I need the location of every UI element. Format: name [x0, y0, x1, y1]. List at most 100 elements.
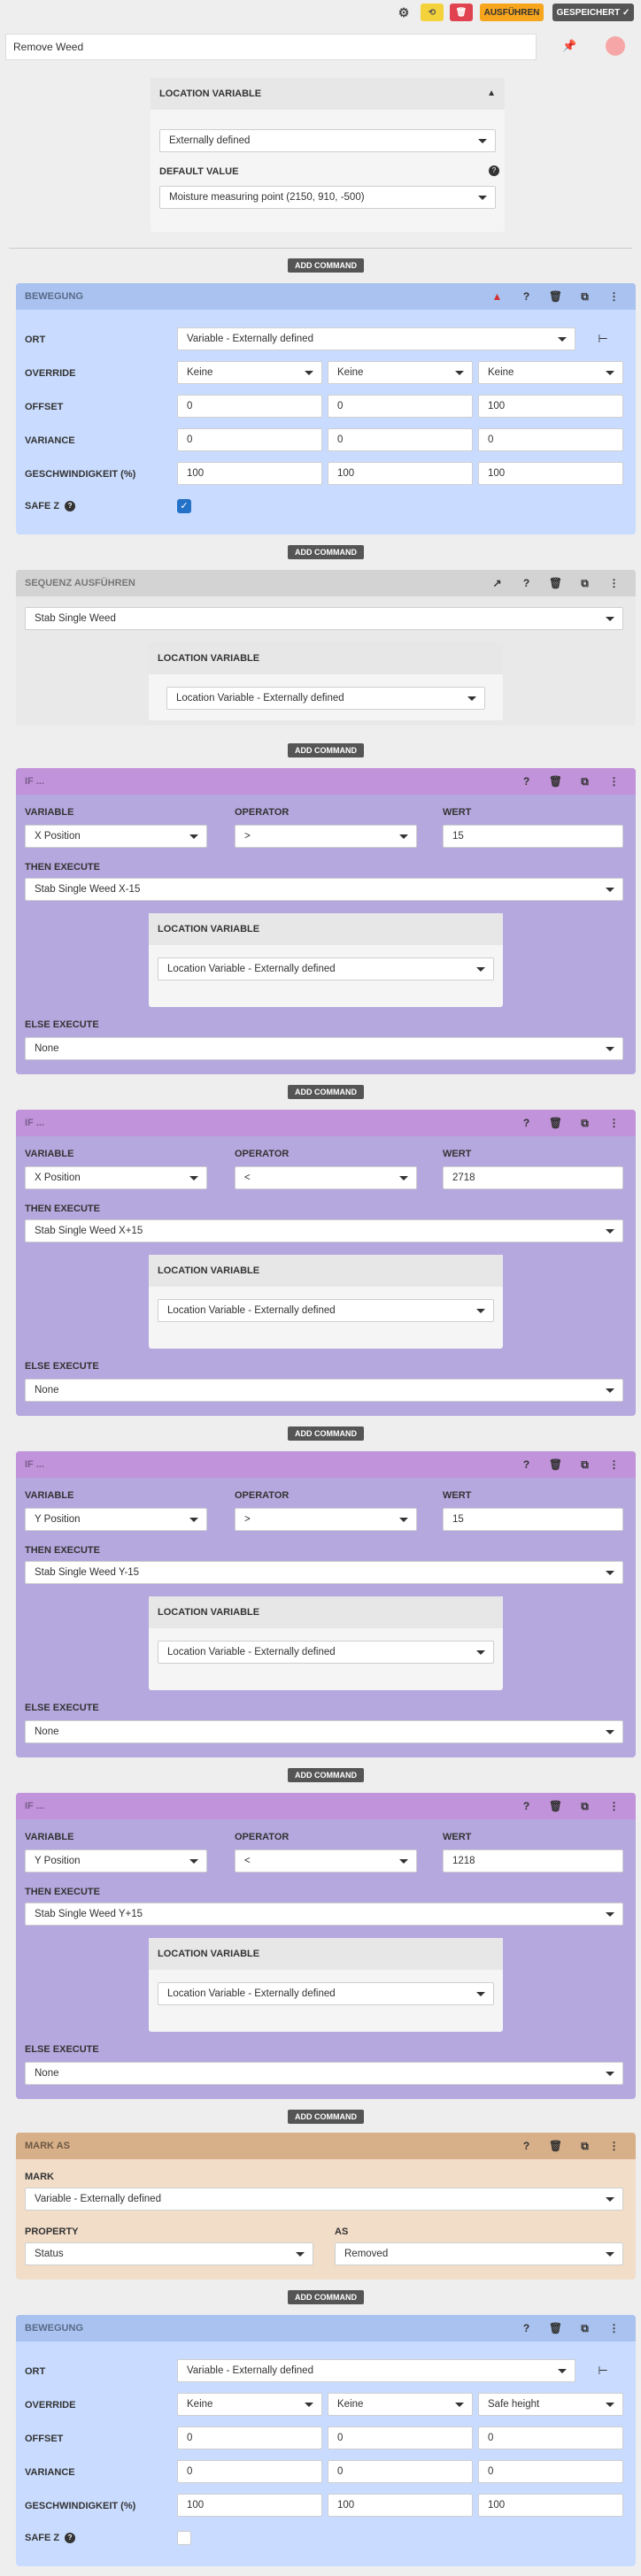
home-icon[interactable]: ⊢	[590, 2359, 616, 2382]
as-select[interactable]: Removed	[335, 2242, 623, 2265]
more-icon[interactable]: ⋮	[599, 1793, 629, 1819]
else-execute-select[interactable]: None	[25, 1379, 623, 1402]
help-icon[interactable]: ?	[512, 2315, 541, 2341]
add-command-button[interactable]: ADD COMMAND	[288, 258, 364, 273]
variable-select[interactable]: X Position	[25, 825, 207, 848]
location-variable-select[interactable]: Location Variable - Externally defined	[158, 1641, 494, 1664]
trash-icon[interactable]: 🗑	[541, 1451, 570, 1478]
duplicate-icon[interactable]: ⧉	[570, 1451, 599, 1478]
offset-y-input[interactable]: 0	[328, 395, 473, 418]
offset-x-input[interactable]: 0	[177, 2426, 322, 2449]
location-variable-select[interactable]: Location Variable - Externally defined	[158, 1299, 494, 1322]
speed-x-input[interactable]: 100	[177, 2494, 322, 2517]
value-input[interactable]: 15	[443, 825, 623, 848]
location-variable-select[interactable]: Location Variable - Externally defined	[158, 1982, 494, 2005]
duplicate-icon[interactable]: ⧉	[570, 768, 599, 795]
add-command-button[interactable]: ADD COMMAND	[288, 1085, 364, 1099]
else-execute-select[interactable]: None	[25, 1037, 623, 1060]
duplicate-icon[interactable]: ⧉	[570, 1793, 599, 1819]
safe-z-checkbox[interactable]	[177, 2531, 191, 2545]
more-icon[interactable]: ⋮	[599, 570, 629, 596]
location-variable-select[interactable]: Location Variable - Externally defined	[158, 957, 494, 980]
location-mode-select[interactable]: Externally defined	[159, 129, 496, 152]
color-picker[interactable]	[606, 36, 625, 56]
then-execute-select[interactable]: Stab Single Weed X-15	[25, 878, 623, 901]
operator-select[interactable]: <	[235, 1849, 417, 1872]
trash-icon[interactable]: 🗑	[541, 1110, 570, 1136]
trash-icon[interactable]: 🗑	[541, 768, 570, 795]
location-select[interactable]: Variable - Externally defined	[177, 327, 575, 350]
trash-icon[interactable]: 🗑	[541, 2315, 570, 2341]
speed-y-input[interactable]: 100	[328, 2494, 473, 2517]
value-input[interactable]: 15	[443, 1508, 623, 1531]
safe-z-checkbox[interactable]: ✓	[177, 499, 191, 513]
variance-z-input[interactable]: 0	[478, 2460, 623, 2483]
operator-select[interactable]: <	[235, 1166, 417, 1189]
speed-z-input[interactable]: 100	[478, 2494, 623, 2517]
add-command-button[interactable]: ADD COMMAND	[288, 2290, 364, 2304]
collapse-icon[interactable]: ▲	[487, 78, 496, 110]
trash-icon[interactable]: 🗑	[541, 2133, 570, 2159]
trash-icon[interactable]: 🗑	[541, 1793, 570, 1819]
mark-select[interactable]: Variable - Externally defined	[25, 2188, 623, 2211]
sequence-name-input[interactable]: Remove Weed	[5, 34, 537, 60]
more-icon[interactable]: ⋮	[599, 2315, 629, 2341]
help-icon[interactable]: ?	[512, 1793, 541, 1819]
variance-z-input[interactable]: 0	[478, 428, 623, 451]
run-button[interactable]: AUSFÜHREN	[480, 4, 544, 21]
then-execute-select[interactable]: Stab Single Weed X+15	[25, 1219, 623, 1242]
trash-icon[interactable]: 🗑	[541, 570, 570, 596]
variable-select[interactable]: X Position	[25, 1166, 207, 1189]
sync-icon[interactable]: ⟲	[421, 4, 444, 21]
override-x-select[interactable]: Keine	[177, 361, 322, 384]
duplicate-icon[interactable]: ⧉	[570, 2315, 599, 2341]
variance-y-input[interactable]: 0	[328, 428, 473, 451]
default-value-select[interactable]: Moisture measuring point (2150, 910, -50…	[159, 186, 496, 209]
more-icon[interactable]: ⋮	[599, 2133, 629, 2159]
offset-z-input[interactable]: 0	[478, 2426, 623, 2449]
duplicate-icon[interactable]: ⧉	[570, 283, 599, 310]
variance-x-input[interactable]: 0	[177, 428, 322, 451]
more-icon[interactable]: ⋮	[599, 1110, 629, 1136]
speed-z-input[interactable]: 100	[478, 462, 623, 485]
offset-x-input[interactable]: 0	[177, 395, 322, 418]
speed-x-input[interactable]: 100	[177, 462, 322, 485]
trash-icon[interactable]: 🗑	[541, 283, 570, 310]
pin-icon[interactable]: 📌	[562, 39, 576, 53]
delete-icon[interactable]: 🗑	[450, 4, 473, 21]
help-icon[interactable]: ?	[512, 1110, 541, 1136]
then-execute-select[interactable]: Stab Single Weed Y-15	[25, 1561, 623, 1584]
more-icon[interactable]: ⋮	[599, 1451, 629, 1478]
gear-icon[interactable]: ⚙	[396, 4, 412, 21]
override-y-select[interactable]: Keine	[328, 2393, 473, 2416]
value-input[interactable]: 2718	[443, 1166, 623, 1189]
location-variable-select[interactable]: Location Variable - Externally defined	[166, 687, 485, 710]
variance-x-input[interactable]: 0	[177, 2460, 322, 2483]
help-icon[interactable]: ?	[65, 501, 76, 511]
add-command-button[interactable]: ADD COMMAND	[288, 2110, 364, 2124]
help-icon[interactable]: ?	[65, 2533, 76, 2543]
add-command-button[interactable]: ADD COMMAND	[288, 545, 364, 559]
help-icon[interactable]: ?	[512, 570, 541, 596]
more-icon[interactable]: ⋮	[599, 768, 629, 795]
home-icon[interactable]: ⊢	[590, 327, 616, 350]
then-execute-select[interactable]: Stab Single Weed Y+15	[25, 1903, 623, 1926]
location-select[interactable]: Variable - Externally defined	[177, 2359, 575, 2382]
add-command-button[interactable]: ADD COMMAND	[288, 1768, 364, 1782]
override-x-select[interactable]: Keine	[177, 2393, 322, 2416]
sequence-select[interactable]: Stab Single Weed	[25, 607, 623, 630]
value-input[interactable]: 1218	[443, 1849, 623, 1872]
else-execute-select[interactable]: None	[25, 2062, 623, 2085]
help-icon[interactable]: ?	[512, 283, 541, 310]
operator-select[interactable]: >	[235, 825, 417, 848]
operator-select[interactable]: >	[235, 1508, 417, 1531]
add-command-button[interactable]: ADD COMMAND	[288, 1426, 364, 1441]
help-icon[interactable]: ?	[512, 1451, 541, 1478]
help-icon[interactable]: ?	[489, 165, 499, 176]
else-execute-select[interactable]: None	[25, 1720, 623, 1743]
variance-y-input[interactable]: 0	[328, 2460, 473, 2483]
help-icon[interactable]: ?	[512, 768, 541, 795]
help-icon[interactable]: ?	[512, 2133, 541, 2159]
offset-z-input[interactable]: 100	[478, 395, 623, 418]
open-link-icon[interactable]: ↗	[483, 570, 512, 596]
